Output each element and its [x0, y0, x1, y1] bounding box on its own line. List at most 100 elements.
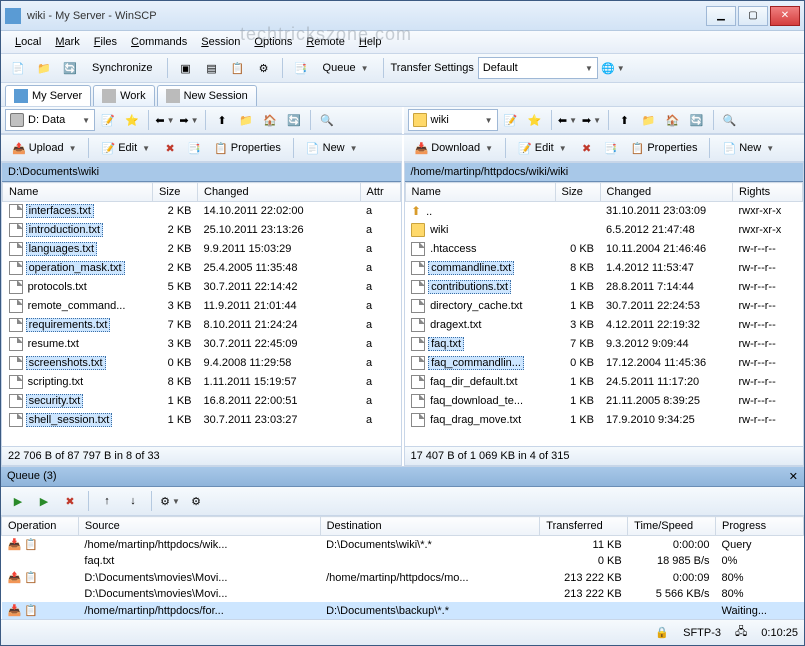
- log-icon[interactable]: 📋: [227, 57, 249, 79]
- queue-play-icon[interactable]: ▶: [33, 490, 55, 512]
- queue-go-icon[interactable]: ▶: [7, 490, 29, 512]
- local-up-icon[interactable]: ⬆: [211, 109, 233, 131]
- remote-back-icon[interactable]: ⬅▼: [557, 109, 579, 131]
- local-refresh-icon[interactable]: 🔄: [283, 109, 305, 131]
- col-destination[interactable]: Destination: [320, 517, 540, 536]
- menu-local[interactable]: Local: [9, 34, 47, 50]
- col-attr[interactable]: Attr: [360, 183, 400, 202]
- queue-row[interactable]: 📤 📋D:\Documents\movies\Movi.../home/mart…: [2, 569, 804, 586]
- col-name[interactable]: Name: [3, 183, 153, 202]
- col-size[interactable]: Size: [153, 183, 198, 202]
- queue-row[interactable]: faq.txt0 KB18 985 B/s0%: [2, 553, 804, 569]
- local-new-button[interactable]: 📄 New ▼: [299, 137, 365, 159]
- table-row[interactable]: introduction.txt2 KB25.10.2011 23:13:26a: [3, 221, 401, 240]
- menu-options[interactable]: Options: [248, 34, 298, 50]
- local-drive-combo[interactable]: D: Data▼: [5, 109, 95, 131]
- local-home-icon[interactable]: 🏠: [259, 109, 281, 131]
- queue-options-icon[interactable]: ⚙▼: [159, 490, 181, 512]
- table-row[interactable]: shell_session.txt1 KB30.7.2011 23:03:27a: [3, 411, 401, 430]
- table-row[interactable]: security.txt1 KB16.8.2011 22:00:51a: [3, 392, 401, 411]
- table-row[interactable]: faq_drag_move.txt1 KB17.9.2010 9:34:25rw…: [405, 411, 803, 430]
- remote-refresh-icon[interactable]: 🔄: [686, 109, 708, 131]
- table-row[interactable]: contributions.txt1 KB28.8.2011 7:14:44rw…: [405, 278, 803, 297]
- remote-drive-combo[interactable]: wiki▼: [408, 109, 498, 131]
- local-delete-icon[interactable]: ✖: [159, 137, 181, 159]
- local-path[interactable]: D:\Documents\wiki: [2, 163, 401, 182]
- col-size[interactable]: Size: [555, 183, 600, 202]
- queue-row[interactable]: D:\Documents\movies\Movi...213 222 KB5 5…: [2, 586, 804, 602]
- remote-file-list[interactable]: NameSizeChangedRights⬆ ..31.10.2011 23:0…: [405, 182, 804, 446]
- queue-list[interactable]: OperationSourceDestinationTransferredTim…: [1, 516, 804, 619]
- remote-up-icon[interactable]: ⬆: [614, 109, 636, 131]
- local-file-list[interactable]: NameSizeChangedAttr interfaces.txt2 KB14…: [2, 182, 401, 446]
- close-button[interactable]: ✕: [770, 6, 800, 26]
- remote-filter-icon[interactable]: 📝: [500, 109, 522, 131]
- menu-mark[interactable]: Mark: [49, 34, 85, 50]
- table-row[interactable]: faq.txt7 KB9.3.2012 9:09:44rw-r--r--: [405, 335, 803, 354]
- remote-path[interactable]: /home/martinp/httpdocs/wiki/wiki: [405, 163, 804, 182]
- queue-row[interactable]: 📥 📋/home/martinp/httpdocs/wik...D:\Docum…: [2, 536, 804, 554]
- remote-copy-icon[interactable]: 📑: [600, 137, 622, 159]
- local-bookmarks-icon[interactable]: ⭐: [121, 109, 143, 131]
- col-name[interactable]: Name: [405, 183, 555, 202]
- local-find-icon[interactable]: 🔍: [316, 109, 338, 131]
- queue-row[interactable]: 📥 📋/home/martinp/httpdocs/for...D:\Docum…: [2, 602, 804, 619]
- remote-edit-button[interactable]: 📝 Edit ▼: [511, 137, 574, 159]
- queue-close-icon[interactable]: ✕: [789, 470, 798, 483]
- options-icon[interactable]: ⚙: [253, 57, 275, 79]
- maximize-button[interactable]: ▢: [738, 6, 768, 26]
- table-row[interactable]: protocols.txt5 KB30.7.2011 22:14:42a: [3, 278, 401, 297]
- table-row[interactable]: dragext.txt3 KB4.12.2011 22:19:32rw-r--r…: [405, 316, 803, 335]
- remote-bookmarks-icon[interactable]: ⭐: [524, 109, 546, 131]
- sites-icon[interactable]: 📁: [33, 57, 55, 79]
- local-fwd-icon[interactable]: ➡▼: [178, 109, 200, 131]
- local-edit-button[interactable]: 📝 Edit ▼: [94, 137, 157, 159]
- local-root-icon[interactable]: 📁: [235, 109, 257, 131]
- table-row[interactable]: scripting.txt8 KB1.11.2011 15:19:57a: [3, 373, 401, 392]
- remote-find-icon[interactable]: 🔍: [719, 109, 741, 131]
- col-time/speed[interactable]: Time/Speed: [628, 517, 716, 536]
- table-row[interactable]: resume.txt3 KB30.7.2011 22:45:09a: [3, 335, 401, 354]
- col-changed[interactable]: Changed: [198, 183, 361, 202]
- queue-gear-icon[interactable]: ⚙: [185, 490, 207, 512]
- table-row[interactable]: screenshots.txt0 KB9.4.2008 11:29:58a: [3, 354, 401, 373]
- table-row[interactable]: .htaccess0 KB10.11.2004 21:46:46rw-r--r-…: [405, 240, 803, 259]
- session-tab-work[interactable]: Work: [93, 85, 154, 106]
- remote-root-icon[interactable]: 📁: [638, 109, 660, 131]
- download-button[interactable]: 📥 Download ▼: [408, 137, 501, 159]
- console-icon[interactable]: ▣: [175, 57, 197, 79]
- col-source[interactable]: Source: [78, 517, 320, 536]
- table-row[interactable]: interfaces.txt2 KB14.10.2011 22:02:00a: [3, 202, 401, 221]
- local-props-button[interactable]: 📋 Properties: [207, 137, 288, 159]
- table-row[interactable]: directory_cache.txt1 KB30.7.2011 22:24:5…: [405, 297, 803, 316]
- menu-session[interactable]: Session: [195, 34, 246, 50]
- new-session-icon[interactable]: 📄: [7, 57, 29, 79]
- terminal-icon[interactable]: ▤: [201, 57, 223, 79]
- queue-stop-icon[interactable]: ✖: [59, 490, 81, 512]
- transfer-config-icon[interactable]: 🌐▼: [602, 57, 624, 79]
- queue-button[interactable]: Queue▼: [316, 57, 376, 79]
- menu-files[interactable]: Files: [88, 34, 123, 50]
- session-tab-my-server[interactable]: My Server: [5, 85, 91, 106]
- queue-toggle-icon[interactable]: 📑: [290, 57, 312, 79]
- menu-commands[interactable]: Commands: [125, 34, 193, 50]
- local-back-icon[interactable]: ⬅▼: [154, 109, 176, 131]
- table-row[interactable]: faq_download_te...1 KB21.11.2005 8:39:25…: [405, 392, 803, 411]
- upload-button[interactable]: 📤 Upload ▼: [5, 137, 83, 159]
- local-filter-icon[interactable]: 📝: [97, 109, 119, 131]
- col-changed[interactable]: Changed: [600, 183, 733, 202]
- col-rights[interactable]: Rights: [733, 183, 803, 202]
- remote-new-button[interactable]: 📄 New ▼: [715, 137, 781, 159]
- table-row[interactable]: commandline.txt8 KB1.4.2012 11:53:47rw-r…: [405, 259, 803, 278]
- minimize-button[interactable]: ▁: [706, 6, 736, 26]
- transfer-settings-combo[interactable]: Default▼: [478, 57, 598, 79]
- col-progress[interactable]: Progress: [716, 517, 804, 536]
- table-row[interactable]: remote_command...3 KB11.9.2011 21:01:44a: [3, 297, 401, 316]
- remote-home-icon[interactable]: 🏠: [662, 109, 684, 131]
- table-row[interactable]: ⬆ ..31.10.2011 23:03:09rwxr-xr-x: [405, 202, 803, 221]
- table-row[interactable]: languages.txt2 KB9.9.2011 15:03:29a: [3, 240, 401, 259]
- col-transferred[interactable]: Transferred: [540, 517, 628, 536]
- table-row[interactable]: faq_dir_default.txt1 KB24.5.2011 11:17:2…: [405, 373, 803, 392]
- synchronize-button[interactable]: Synchronize: [85, 57, 160, 79]
- remote-fwd-icon[interactable]: ➡▼: [581, 109, 603, 131]
